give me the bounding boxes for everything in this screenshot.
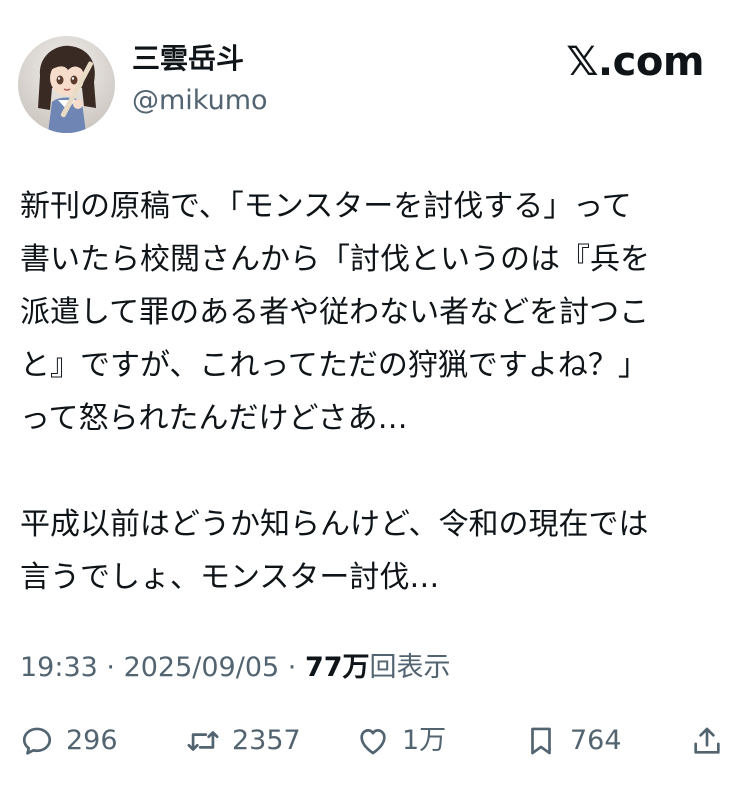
- views-count[interactable]: 77万: [305, 652, 370, 683]
- tweet-paragraph: 平成以前はどうか知らんけど、令和の現在では 言うでしょ、モンスター討伐…: [20, 498, 735, 604]
- bookmark-button[interactable]: 764: [524, 715, 622, 767]
- tweet-line: 言うでしょ、モンスター討伐…: [20, 560, 440, 595]
- meta-separator: ·: [279, 652, 305, 683]
- reply-button[interactable]: 296: [20, 715, 118, 767]
- meta-separator: ·: [97, 652, 124, 683]
- tweet-actions: 296 2357 1万 764: [0, 715, 750, 767]
- author-display-name[interactable]: 三雲岳斗: [132, 42, 244, 76]
- tweet-line: 平成以前はどうか知らんけど、令和の現在では: [20, 507, 649, 542]
- retweet-button[interactable]: 2357: [186, 715, 301, 767]
- retweet-count: 2357: [232, 725, 301, 756]
- tweet-meta: 19:33 · 2025/09/05 · 77万回表示: [20, 648, 451, 688]
- tweet-text: 新刊の原稿で、「モンスターを討伐する」って 書いたら校閲さんから「討伐というのは…: [20, 180, 735, 604]
- reply-count: 296: [66, 725, 118, 756]
- tweet-date[interactable]: 2025/09/05: [124, 652, 280, 683]
- tweet-paragraph: 新刊の原稿で、「モンスターを討伐する」って 書いたら校閲さんから「討伐というのは…: [20, 180, 735, 445]
- avatar[interactable]: [18, 36, 115, 133]
- x-com-logo: 𝕏.com: [566, 39, 704, 85]
- retweet-icon: [187, 731, 219, 751]
- tweet-header: 三雲岳斗 @mikumo 𝕏.com: [0, 0, 750, 140]
- tweet-line: 派遣して罪のある者や従わない者などを討つこ: [20, 295, 650, 330]
- share-button[interactable]: [690, 715, 724, 767]
- tweet-line: 書いたら校閲さんから「討伐というのは『兵を: [20, 242, 650, 277]
- share-icon: [694, 727, 720, 754]
- author-handle[interactable]: @mikumo: [132, 84, 268, 118]
- bookmark-icon: [531, 727, 551, 755]
- tweet-line: って怒られたんだけどさあ…: [20, 401, 408, 436]
- avatar-image: [18, 36, 115, 133]
- heart-icon: [360, 729, 386, 755]
- tweet-time[interactable]: 19:33: [20, 652, 98, 683]
- reply-icon: [22, 727, 52, 755]
- bookmark-count: 764: [570, 725, 622, 756]
- tweet-line: 新刊の原稿で、「モンスターを討伐する」って: [20, 189, 632, 224]
- like-button[interactable]: 1万: [356, 715, 446, 767]
- tweet-line: と』ですが、これってただの狩猟ですよね？」: [20, 348, 648, 383]
- like-count: 1万: [402, 725, 447, 756]
- views-label: 回表示: [369, 652, 451, 683]
